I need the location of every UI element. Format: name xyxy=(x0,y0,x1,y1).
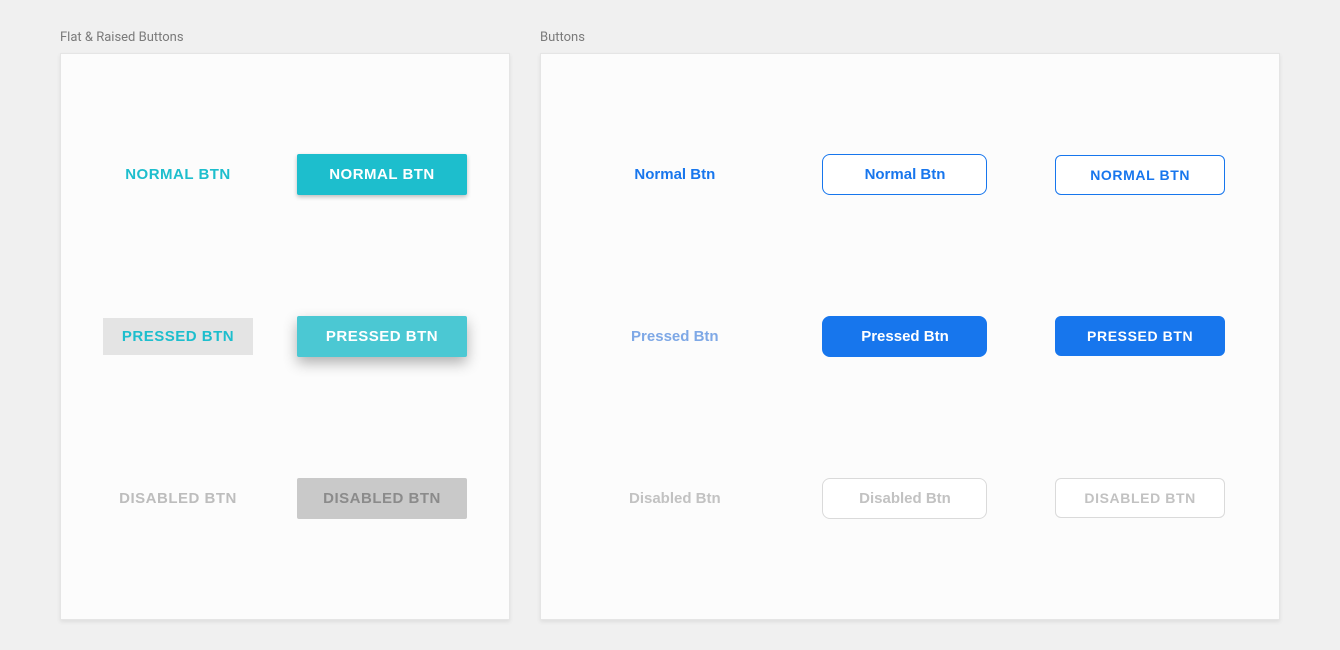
panel-body-flat-raised: NORMAL BTN NORMAL BTN PRESSED BTN PRESSE… xyxy=(60,53,510,620)
panel-title-buttons: Buttons xyxy=(540,30,1280,45)
panel-title-flat-raised: Flat & Raised Buttons xyxy=(60,30,510,45)
text-button-pressed[interactable]: Pressed Btn xyxy=(595,318,755,355)
outline-button-normal[interactable]: Normal Btn xyxy=(822,154,987,195)
panel-flat-raised: Flat & Raised Buttons NORMAL BTN NORMAL … xyxy=(60,30,510,620)
flat-button-normal[interactable]: NORMAL BTN xyxy=(103,156,253,193)
row-pressed-left: PRESSED BTN PRESSED BTN xyxy=(91,316,479,357)
row-disabled-left: DISABLED BTN DISABLED BTN xyxy=(91,478,479,519)
raised-button-normal[interactable]: NORMAL BTN xyxy=(297,154,467,195)
outline-button-pressed[interactable]: Pressed Btn xyxy=(822,316,987,357)
outline-caps-button-normal[interactable]: NORMAL BTN xyxy=(1055,155,1225,195)
raised-button-disabled: DISABLED BTN xyxy=(297,478,467,519)
raised-button-pressed[interactable]: PRESSED BTN xyxy=(297,316,467,357)
panel-body-buttons: Normal Btn Normal Btn NORMAL BTN Pressed… xyxy=(540,53,1280,620)
row-disabled-right: Disabled Btn Disabled Btn DISABLED BTN xyxy=(571,478,1249,519)
flat-button-pressed[interactable]: PRESSED BTN xyxy=(103,318,253,355)
panel-buttons: Buttons Normal Btn Normal Btn NORMAL BTN… xyxy=(540,30,1280,620)
outline-caps-button-disabled: DISABLED BTN xyxy=(1055,478,1225,518)
text-button-normal[interactable]: Normal Btn xyxy=(595,156,755,193)
row-pressed-right: Pressed Btn Pressed Btn PRESSED BTN xyxy=(571,316,1249,357)
flat-button-disabled: DISABLED BTN xyxy=(103,480,253,517)
text-button-disabled: Disabled Btn xyxy=(595,480,755,517)
outline-button-disabled: Disabled Btn xyxy=(822,478,987,519)
page-root: Flat & Raised Buttons NORMAL BTN NORMAL … xyxy=(60,30,1280,620)
row-normal-right: Normal Btn Normal Btn NORMAL BTN xyxy=(571,154,1249,195)
row-normal-left: NORMAL BTN NORMAL BTN xyxy=(91,154,479,195)
outline-caps-button-pressed[interactable]: PRESSED BTN xyxy=(1055,316,1225,356)
